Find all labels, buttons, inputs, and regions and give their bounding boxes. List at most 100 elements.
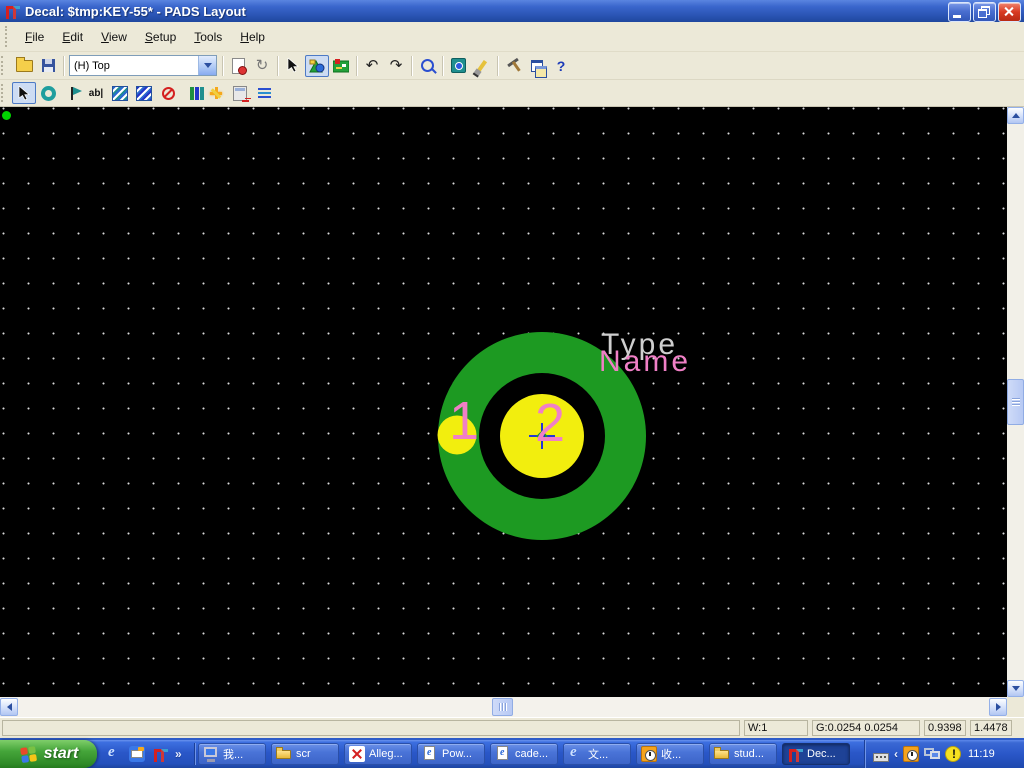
scroll-left-button[interactable] [0, 698, 18, 716]
decal-properties-button[interactable] [226, 55, 250, 77]
task-button-decal-active[interactable]: Dec... [782, 743, 850, 765]
keyboard-layout-icon[interactable] [873, 752, 889, 762]
task-button-allegro[interactable]: Alleg... [344, 743, 412, 765]
task-button-scr[interactable]: scr [271, 743, 339, 765]
scrollbar-corner [1007, 697, 1024, 717]
task-button-my-docs[interactable]: 我... [198, 743, 266, 765]
taskbar: start » 我... scr Alleg... Pow... cade...… [0, 740, 1024, 768]
scheduler-clock-icon [641, 746, 657, 762]
redo-icon: ↷ [389, 56, 403, 74]
dimension-icon [233, 85, 247, 101]
menu-view[interactable]: View [92, 27, 136, 47]
flash-tool-button[interactable] [204, 82, 228, 104]
menu-setup[interactable]: Setup [136, 27, 185, 47]
redraw-button[interactable] [470, 55, 494, 77]
reload-button[interactable]: ↻ [250, 55, 274, 77]
toolbar2-gripper[interactable] [1, 83, 8, 103]
folder-icon [276, 746, 292, 762]
quick-launch: » [106, 744, 182, 762]
pad-tool-button[interactable] [36, 82, 60, 104]
name-attribute-label[interactable]: Name [599, 345, 691, 378]
text-tool-button[interactable]: ab| [84, 82, 108, 104]
html-doc-icon [495, 746, 511, 762]
chevron-up-icon [1011, 113, 1020, 118]
menu-file[interactable]: File [16, 27, 53, 47]
status-message-panel [2, 720, 740, 736]
layer-selector-value: (H) Top [74, 59, 110, 72]
close-button[interactable] [998, 2, 1021, 22]
taskbar-clock[interactable]: 11:19 [968, 748, 995, 760]
scheduler-clock-icon[interactable] [903, 746, 919, 762]
library-button[interactable] [180, 82, 204, 104]
open-folder-icon [15, 56, 33, 72]
redo-button[interactable]: ↷ [384, 55, 408, 77]
toolbar1-gripper[interactable] [1, 56, 8, 75]
display-settings-icon[interactable] [924, 746, 940, 762]
vertical-scrollbar[interactable] [1007, 107, 1024, 697]
vertical-scroll-thumb[interactable] [1007, 379, 1024, 425]
pointer-arrow-icon [18, 85, 30, 100]
windows-flag-icon [20, 746, 37, 763]
hammer-icon [507, 57, 519, 68]
menu-help[interactable]: Help [231, 27, 274, 47]
help-button[interactable]: ? [549, 55, 573, 77]
copper-icon [112, 85, 128, 101]
task-button-wen[interactable]: 文... [563, 743, 631, 765]
select-tool-button[interactable] [12, 82, 36, 104]
drafting-toolbar: ab| [0, 80, 1024, 107]
outlook-express-icon[interactable] [129, 746, 145, 762]
task-button-cade[interactable]: cade... [490, 743, 558, 765]
scroll-up-button[interactable] [1007, 107, 1024, 124]
scroll-down-button[interactable] [1007, 680, 1024, 697]
allegro-icon [349, 746, 365, 762]
horizontal-scrollbar[interactable] [0, 697, 1007, 717]
design-canvas[interactable]: 1 2 Type Name [0, 107, 1007, 697]
internet-explorer-icon[interactable] [106, 744, 122, 762]
drafting-toolbar-button[interactable] [305, 54, 329, 77]
folder-icon [714, 746, 730, 762]
tray-collapse-chevron[interactable]: ‹ [894, 747, 898, 761]
dimension-tool-button[interactable] [228, 82, 252, 104]
copper-tool-button[interactable] [108, 82, 132, 104]
decal-drawing: 1 2 Type Name [437, 328, 691, 540]
restore-button[interactable] [973, 2, 996, 22]
pcb-toolbar-button[interactable] [329, 55, 353, 77]
menubar-gripper[interactable] [5, 26, 12, 47]
system-tray: ‹ 11:19 [864, 740, 1024, 768]
sparkle-icon [210, 87, 222, 99]
copper-pour-tool-button[interactable] [132, 82, 156, 104]
select-mode-button[interactable] [281, 55, 305, 77]
security-alert-icon[interactable] [945, 746, 961, 762]
terminal-tool-button[interactable] [60, 82, 84, 104]
save-floppy-icon [41, 59, 55, 72]
pin-1-label[interactable]: 1 [449, 391, 479, 451]
task-button-pow[interactable]: Pow... [417, 743, 485, 765]
menu-edit[interactable]: Edit [53, 27, 92, 47]
quick-launch-overflow-chevron[interactable]: » [175, 747, 182, 761]
list-view-button[interactable] [252, 82, 276, 104]
sheet-stamp-icon [231, 57, 247, 75]
menu-tools[interactable]: Tools [185, 27, 231, 47]
layer-selector[interactable]: (H) Top [69, 55, 217, 76]
task-button-shou[interactable]: 收... [636, 743, 704, 765]
scroll-right-button[interactable] [989, 698, 1007, 716]
layer-selector-dropdown-button[interactable] [198, 56, 216, 75]
undo-button[interactable]: ↶ [360, 55, 384, 77]
start-button[interactable]: start [0, 740, 97, 768]
horizontal-scroll-thumb[interactable] [492, 698, 513, 716]
pads-layout-icon [787, 746, 803, 762]
minimize-button[interactable] [948, 2, 971, 22]
pads-layout-icon[interactable] [152, 746, 168, 762]
keepout-tool-button[interactable] [156, 82, 180, 104]
board-overview-button[interactable] [446, 55, 470, 77]
zoom-button[interactable] [415, 55, 439, 77]
layers-window-button[interactable] [525, 55, 549, 78]
title-bar: Decal: $tmp:KEY-55* - PADS Layout [0, 0, 1024, 22]
pin-2-label[interactable]: 2 [535, 393, 565, 453]
save-button[interactable] [36, 55, 60, 77]
task-button-stud[interactable]: stud... [709, 743, 777, 765]
tools-button[interactable] [501, 55, 525, 77]
list-lines-icon [257, 88, 271, 90]
status-x-coordinate: 0.9398 [924, 720, 966, 736]
open-file-button[interactable] [12, 55, 36, 77]
